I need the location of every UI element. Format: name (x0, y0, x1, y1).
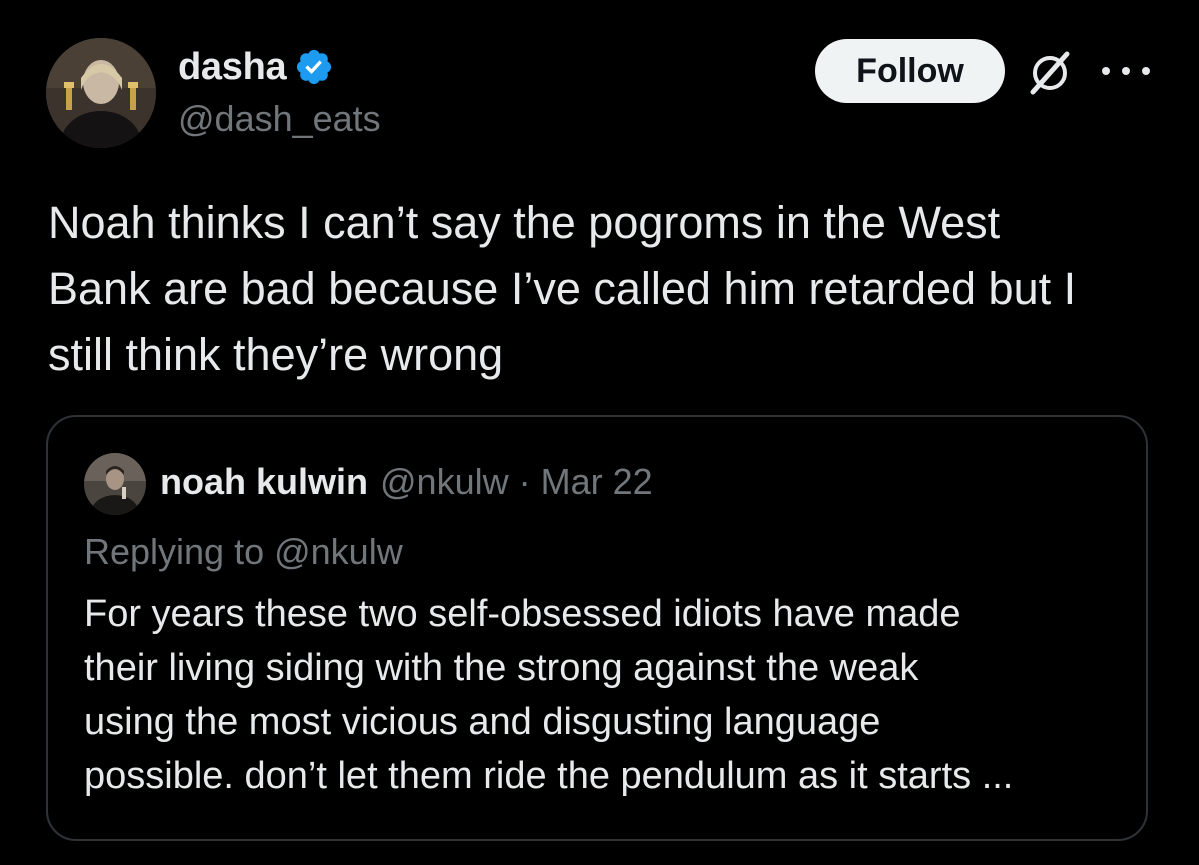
avatar-image (46, 38, 156, 148)
quoted-display-name[interactable]: noah kulwin (160, 461, 368, 503)
quoted-header: noah kulwin @nkulw · Mar 22 (160, 461, 653, 503)
more-icon[interactable] (1102, 63, 1150, 79)
author-handle[interactable]: @dash_eats (178, 98, 381, 140)
tweet-text: Noah thinks I can’t say the pogroms in t… (48, 197, 1077, 380)
quoted-handle[interactable]: @nkulw (380, 461, 509, 503)
quoted-tweet-text: For years these two self-obsessed idiots… (84, 593, 1014, 797)
author-name-row: dasha (178, 44, 334, 90)
author-display-name[interactable]: dasha (178, 46, 287, 89)
grok-icon[interactable] (1025, 48, 1075, 98)
follow-button[interactable]: Follow (815, 39, 1005, 103)
quoted-author-avatar[interactable] (84, 453, 146, 515)
quoted-tweet[interactable]: noah kulwin @nkulw · Mar 22 Replying to … (46, 415, 1148, 841)
author-avatar[interactable] (46, 38, 156, 148)
separator-dot: · (518, 461, 531, 502)
quoted-date[interactable]: Mar 22 (541, 461, 653, 503)
verified-badge-icon[interactable] (294, 47, 334, 87)
tweet-card: dasha @dash_eats Follow Noah thinks I ca… (0, 0, 1199, 865)
quoted-avatar-image (84, 453, 146, 515)
replying-to-text: Replying to @nkulw (84, 531, 403, 572)
